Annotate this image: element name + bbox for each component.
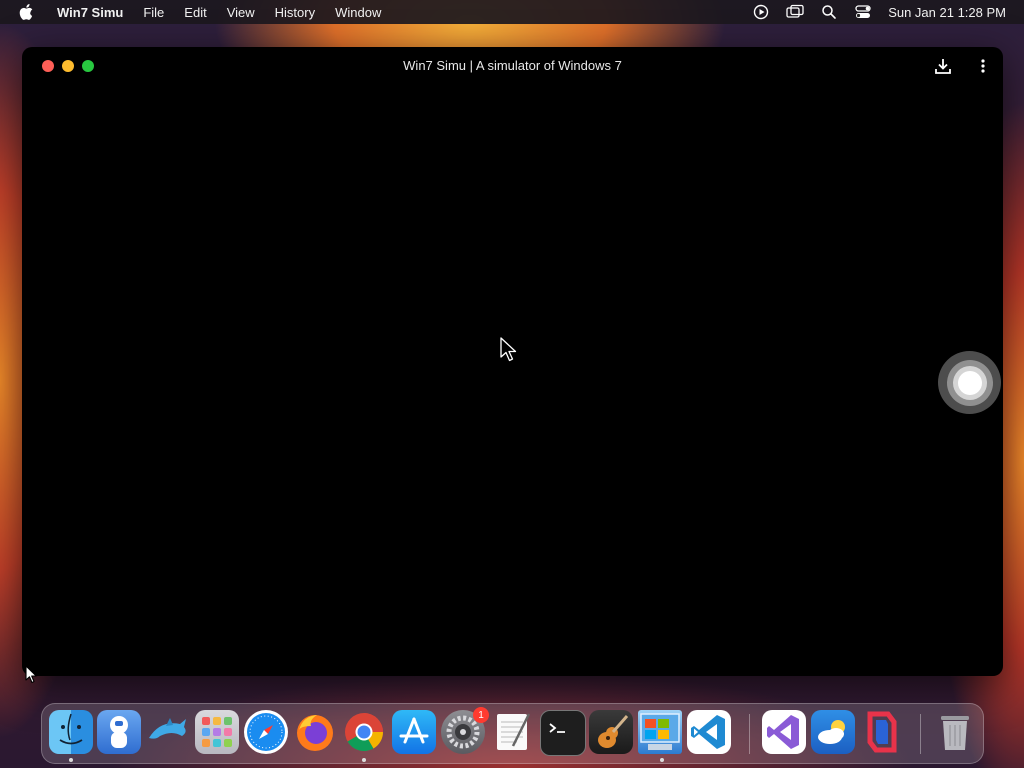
chrome-icon[interactable] bbox=[342, 710, 386, 754]
dock-separator-trash bbox=[920, 714, 921, 754]
menu-view[interactable]: View bbox=[217, 0, 265, 24]
apple-menu-icon[interactable] bbox=[19, 4, 33, 20]
finder-running-indicator bbox=[69, 758, 73, 762]
screen-record-icon[interactable] bbox=[752, 3, 770, 21]
download-icon[interactable] bbox=[933, 56, 953, 76]
weather-icon[interactable] bbox=[811, 710, 855, 754]
dock-separator bbox=[749, 714, 750, 754]
dock: 1 bbox=[41, 703, 984, 764]
window-title: Win7 Simu | A simulator of Windows 7 bbox=[403, 58, 622, 73]
chrome-running-indicator bbox=[362, 758, 366, 762]
garageband-icon[interactable] bbox=[589, 710, 633, 754]
visual-studio-icon[interactable] bbox=[762, 710, 806, 754]
mouse-cursor-icon bbox=[500, 337, 518, 368]
terminal-icon[interactable] bbox=[540, 710, 586, 756]
menu-window[interactable]: Window bbox=[325, 0, 391, 24]
assistive-touch-button[interactable] bbox=[938, 351, 1001, 414]
menu-file[interactable]: File bbox=[133, 0, 174, 24]
menu-clock[interactable]: Sun Jan 21 1:28 PM bbox=[888, 5, 1006, 20]
desktop-cursor-icon bbox=[25, 665, 38, 689]
firefox-icon[interactable] bbox=[293, 710, 337, 754]
app-store-icon[interactable] bbox=[392, 710, 436, 754]
menu-app-name[interactable]: Win7 Simu bbox=[43, 0, 133, 24]
finder-icon[interactable] bbox=[49, 710, 93, 754]
control-center-icon[interactable] bbox=[854, 3, 872, 21]
win7-simu-running-indicator bbox=[660, 758, 664, 762]
menu-bar: Win7 Simu File Edit View History Window … bbox=[0, 0, 1024, 24]
red-app-icon[interactable] bbox=[860, 710, 904, 754]
simulator-window[interactable]: Win7 Simu | A simulator of Windows 7 bbox=[22, 47, 1003, 676]
screen-mirroring-icon[interactable] bbox=[786, 3, 804, 21]
more-options-icon[interactable] bbox=[973, 56, 993, 76]
dolphin-icon[interactable] bbox=[146, 710, 190, 754]
trash-icon[interactable] bbox=[933, 710, 977, 754]
menu-history[interactable]: History bbox=[265, 0, 325, 24]
safari-icon[interactable] bbox=[244, 710, 288, 754]
launchpad-icon[interactable] bbox=[195, 710, 239, 754]
win7-simu-icon[interactable] bbox=[638, 710, 682, 754]
vscode-icon[interactable] bbox=[687, 710, 731, 754]
spotlight-search-icon[interactable] bbox=[820, 3, 838, 21]
settings-badge: 1 bbox=[473, 707, 489, 723]
menu-edit[interactable]: Edit bbox=[174, 0, 216, 24]
textedit-icon[interactable] bbox=[491, 710, 535, 754]
astronaut-icon[interactable] bbox=[97, 710, 141, 754]
window-titlebar[interactable]: Win7 Simu | A simulator of Windows 7 bbox=[22, 47, 1003, 85]
